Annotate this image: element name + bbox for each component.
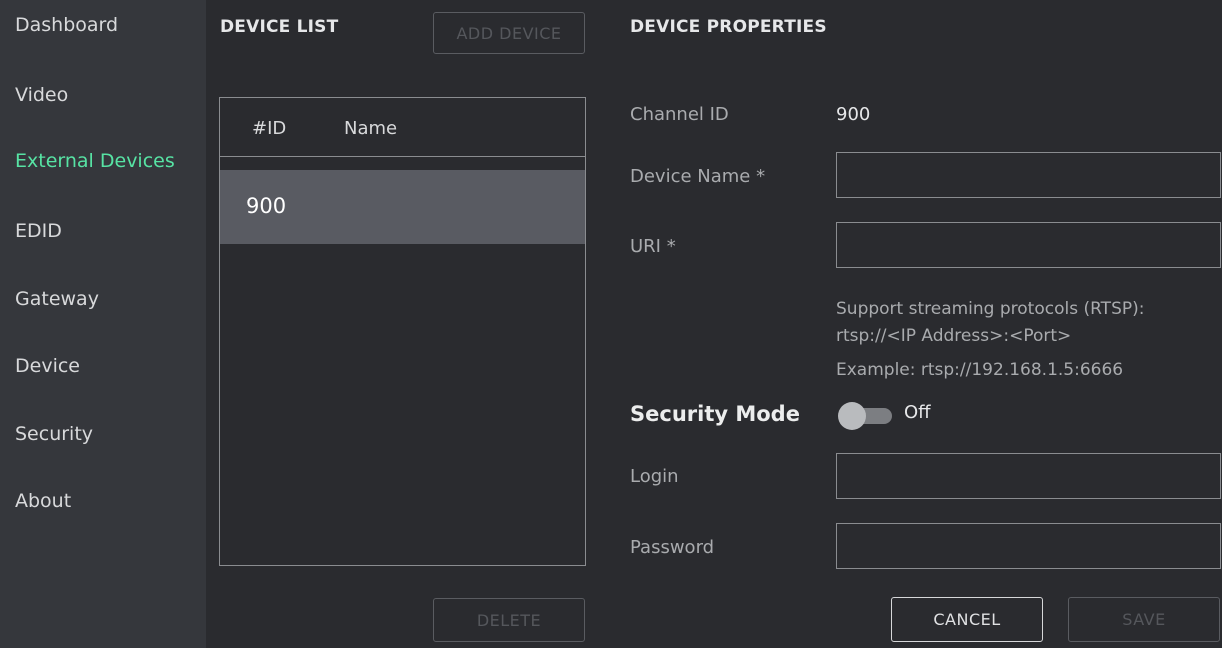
login-label: Login <box>630 466 679 487</box>
sidebar-item-device[interactable]: Device <box>15 355 80 377</box>
device-properties-title: DEVICE PROPERTIES <box>630 17 827 37</box>
device-name-field[interactable] <box>836 152 1221 198</box>
password-label: Password <box>630 537 715 558</box>
sidebar-item-gateway[interactable]: Gateway <box>15 288 99 310</box>
sidebar-item-about[interactable]: About <box>15 490 71 512</box>
device-name-label: Device Name * <box>630 166 766 187</box>
save-button[interactable]: SAVE <box>1068 597 1220 642</box>
security-mode-label: Security Mode <box>630 402 800 426</box>
login-field[interactable] <box>836 453 1221 499</box>
sidebar-item-dashboard[interactable]: Dashboard <box>15 14 118 36</box>
delete-button[interactable]: DELETE <box>433 598 585 642</box>
sidebar-item-video[interactable]: Video <box>15 84 68 106</box>
row-id-cell: 900 <box>246 194 287 218</box>
main-content: DEVICE LIST ADD DEVICE #ID Name 900 DELE… <box>206 0 1222 648</box>
channel-id-label: Channel ID <box>630 104 729 125</box>
protocol-hint-line-1: Support streaming protocols (RTSP): <box>836 299 1145 319</box>
password-field[interactable] <box>836 523 1221 569</box>
table-header: #ID Name <box>220 98 585 157</box>
toggle-knob <box>838 402 866 430</box>
cancel-button[interactable]: CANCEL <box>891 597 1043 642</box>
channel-id-value: 900 <box>836 104 871 125</box>
device-list-table: #ID Name 900 <box>219 97 586 566</box>
sidebar-item-external-devices[interactable]: External Devices <box>15 150 175 172</box>
table-row[interactable]: 900 <box>220 170 585 244</box>
security-mode-toggle[interactable] <box>838 402 892 430</box>
sidebar-item-edid[interactable]: EDID <box>15 220 62 242</box>
sidebar-item-security[interactable]: Security <box>15 423 93 445</box>
uri-field[interactable] <box>836 222 1221 268</box>
protocol-hint-line-3: Example: rtsp://192.168.1.5:6666 <box>836 360 1124 380</box>
device-list-title: DEVICE LIST <box>220 17 339 37</box>
add-device-button[interactable]: ADD DEVICE <box>433 12 585 54</box>
column-header-name: Name <box>344 118 398 139</box>
uri-label: URI * <box>630 236 676 257</box>
column-header-id: #ID <box>252 118 287 139</box>
protocol-hint-line-2: rtsp://<IP Address>:<Port> <box>836 326 1072 346</box>
sidebar: Dashboard Video External Devices EDID Ga… <box>0 0 206 648</box>
security-mode-state: Off <box>904 402 931 423</box>
